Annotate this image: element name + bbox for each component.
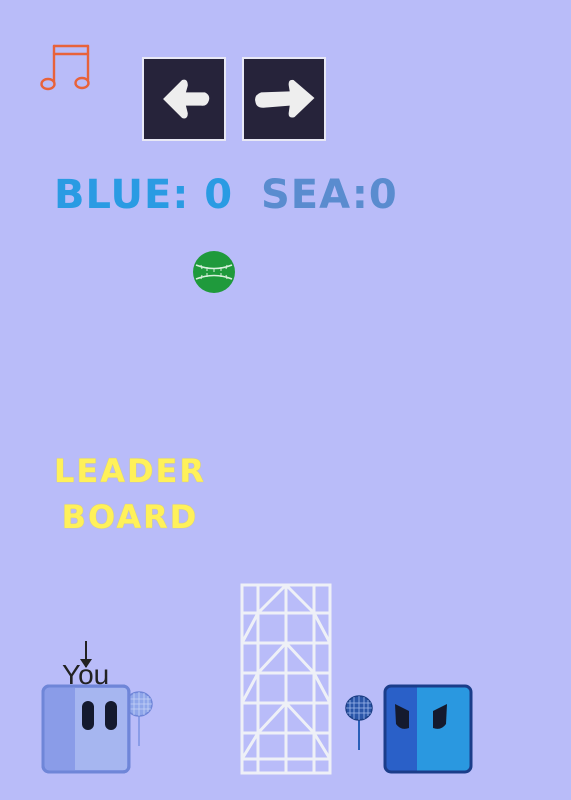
music-note-icon [40, 44, 90, 91]
arrow-right-icon [255, 79, 315, 118]
enemy-character [383, 684, 473, 774]
leaderboard-button[interactable]: LEADER BOARD [30, 448, 230, 540]
racket-icon [345, 695, 373, 750]
net-icon [240, 583, 332, 775]
enemy-racket [344, 694, 376, 752]
blue-score: BLUE: 0 [54, 172, 234, 218]
leaderboard-line-2: BOARD [61, 498, 199, 536]
player-body [41, 684, 131, 774]
volleyball-net [240, 583, 332, 775]
arrow-left-icon [163, 79, 210, 119]
player-character[interactable] [41, 684, 131, 774]
sea-score: SEA:0 [261, 172, 398, 218]
tennis-ball [192, 250, 236, 294]
ball-icon [193, 251, 235, 293]
music-toggle-button[interactable] [38, 38, 96, 96]
move-left-button[interactable] [142, 57, 226, 141]
move-right-button[interactable] [242, 57, 326, 141]
enemy-body [383, 684, 473, 774]
leaderboard-line-1: LEADER [53, 452, 207, 490]
